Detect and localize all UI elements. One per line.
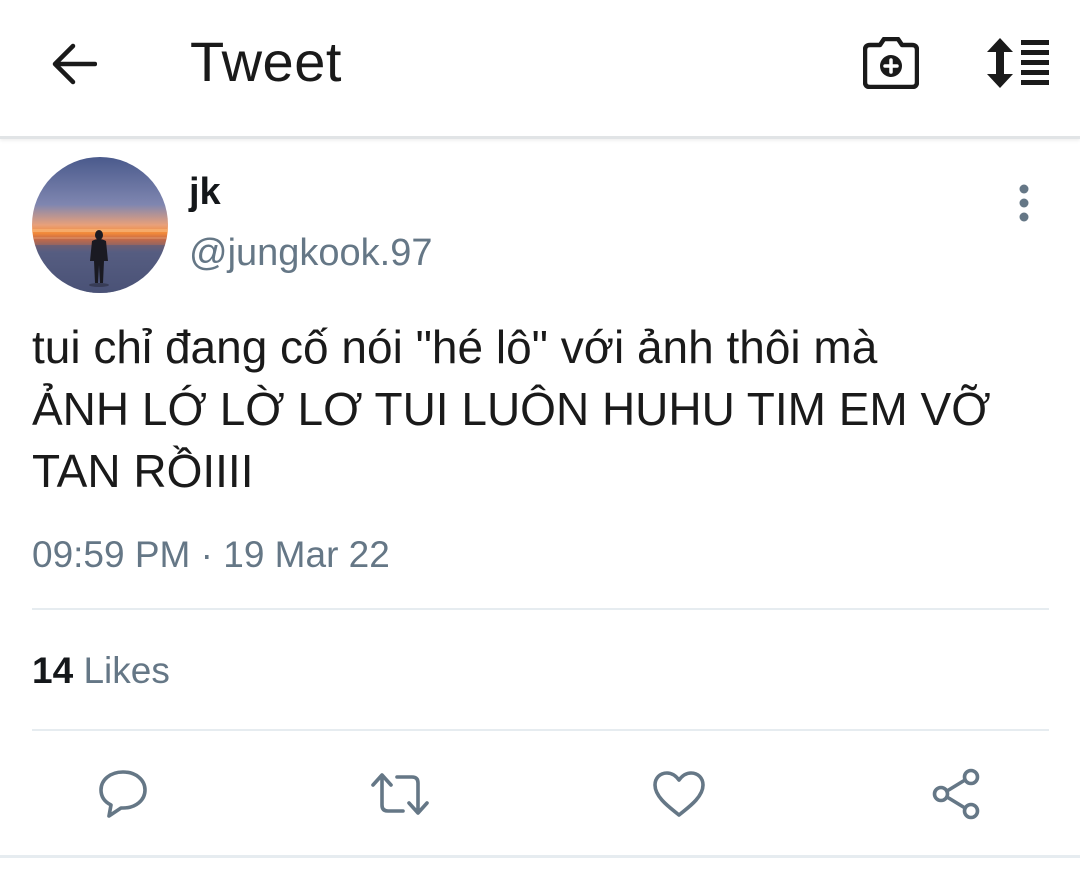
share-icon — [932, 768, 980, 820]
divider — [32, 729, 1049, 731]
sort-list-icon — [987, 38, 1049, 88]
divider — [32, 608, 1049, 610]
reply-button[interactable] — [91, 762, 155, 826]
share-button[interactable] — [924, 762, 988, 826]
author-handle[interactable]: @jungkook.97 — [189, 230, 433, 276]
camera-button[interactable] — [860, 34, 922, 92]
likes-summary[interactable]: 14 Likes — [32, 648, 170, 694]
author-name[interactable]: jk — [189, 170, 221, 214]
more-options-button[interactable] — [1004, 180, 1044, 226]
retweet-icon — [371, 773, 429, 815]
retweet-button[interactable] — [368, 762, 432, 826]
avatar-photo — [32, 157, 168, 293]
tweet-timestamp: 09:59 PM · 19 Mar 22 — [32, 534, 390, 575]
likes-label: Likes — [83, 650, 170, 691]
app-header: Tweet — [0, 0, 1080, 139]
more-vertical-icon — [1019, 184, 1029, 222]
tweet-detail-screen: Tweet jk @jungkook.97 tui chỉ đang cố nó… — [0, 0, 1080, 870]
likes-count: 14 — [32, 650, 74, 691]
avatar[interactable] — [32, 157, 168, 293]
tweet-text: tui chỉ đang cố nói "hé lô" với ảnh thôi… — [32, 321, 991, 497]
back-button[interactable] — [44, 36, 104, 92]
sort-button[interactable] — [982, 36, 1054, 90]
like-button[interactable] — [647, 762, 711, 826]
divider — [0, 855, 1080, 858]
arrow-left-icon — [52, 43, 97, 85]
heart-icon — [653, 771, 705, 817]
reply-icon — [99, 770, 147, 818]
page-title: Tweet — [190, 30, 342, 93]
camera-plus-icon — [863, 37, 919, 89]
